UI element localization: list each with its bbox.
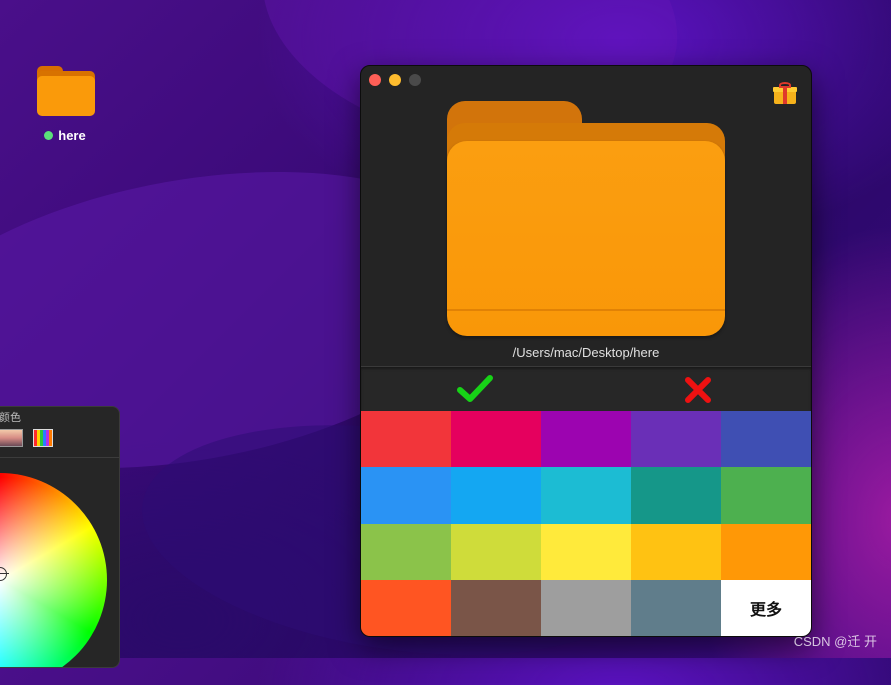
color-swatch[interactable] <box>451 467 541 524</box>
divider <box>0 457 119 458</box>
more-colors-button[interactable]: 更多 <box>721 579 811 636</box>
image-palette-icon[interactable] <box>0 429 23 447</box>
color-panel-toolbar <box>0 429 53 447</box>
gift-icon[interactable] <box>773 82 797 104</box>
zoom-window-button[interactable] <box>409 74 421 86</box>
folder-path: /Users/mac/Desktop/here <box>512 345 660 360</box>
folder-icon <box>35 64 95 116</box>
color-swatch[interactable] <box>541 579 631 636</box>
window-controls <box>369 74 421 86</box>
action-bar <box>361 366 811 411</box>
desktop-folder-label: here <box>30 128 100 143</box>
pencils-icon[interactable] <box>33 429 53 447</box>
color-swatch[interactable] <box>361 467 451 524</box>
close-window-button[interactable] <box>369 74 381 86</box>
color-swatch[interactable] <box>541 467 631 524</box>
more-colors-label: 更多 <box>749 601 782 619</box>
confirm-button[interactable] <box>457 373 493 405</box>
minimize-window-button[interactable] <box>389 74 401 86</box>
color-swatch-grid: 更多 <box>361 411 811 636</box>
color-swatch[interactable] <box>451 523 541 580</box>
color-swatch[interactable] <box>361 411 451 468</box>
color-swatch[interactable] <box>631 523 721 580</box>
color-wheel[interactable] <box>0 473 107 667</box>
color-picker-panel: 颜色 <box>0 406 120 668</box>
green-tag-icon <box>44 131 54 140</box>
color-swatch[interactable] <box>721 467 811 524</box>
color-swatch[interactable] <box>361 523 451 580</box>
color-swatch[interactable] <box>631 579 721 636</box>
desktop-folder-here[interactable]: here <box>30 64 100 143</box>
color-panel-title: 颜色 <box>0 412 21 424</box>
checkmark-icon <box>457 375 493 402</box>
color-swatch[interactable] <box>721 411 811 468</box>
desktop-folder-name: here <box>58 128 86 143</box>
color-swatch[interactable] <box>451 579 541 636</box>
color-swatch[interactable] <box>451 411 541 468</box>
cancel-button[interactable] <box>683 375 713 405</box>
color-swatch[interactable] <box>361 579 451 636</box>
color-swatch[interactable] <box>541 411 631 468</box>
x-icon <box>685 377 711 403</box>
watermark: CSDN @迁 开 <box>793 634 877 649</box>
color-swatch[interactable] <box>721 523 811 580</box>
color-swatch[interactable] <box>541 523 631 580</box>
folder-color-window: /Users/mac/Desktop/here 更多 <box>360 65 812 637</box>
color-swatch[interactable] <box>631 467 721 524</box>
color-swatch[interactable] <box>631 411 721 468</box>
folder-preview-icon <box>447 101 725 336</box>
